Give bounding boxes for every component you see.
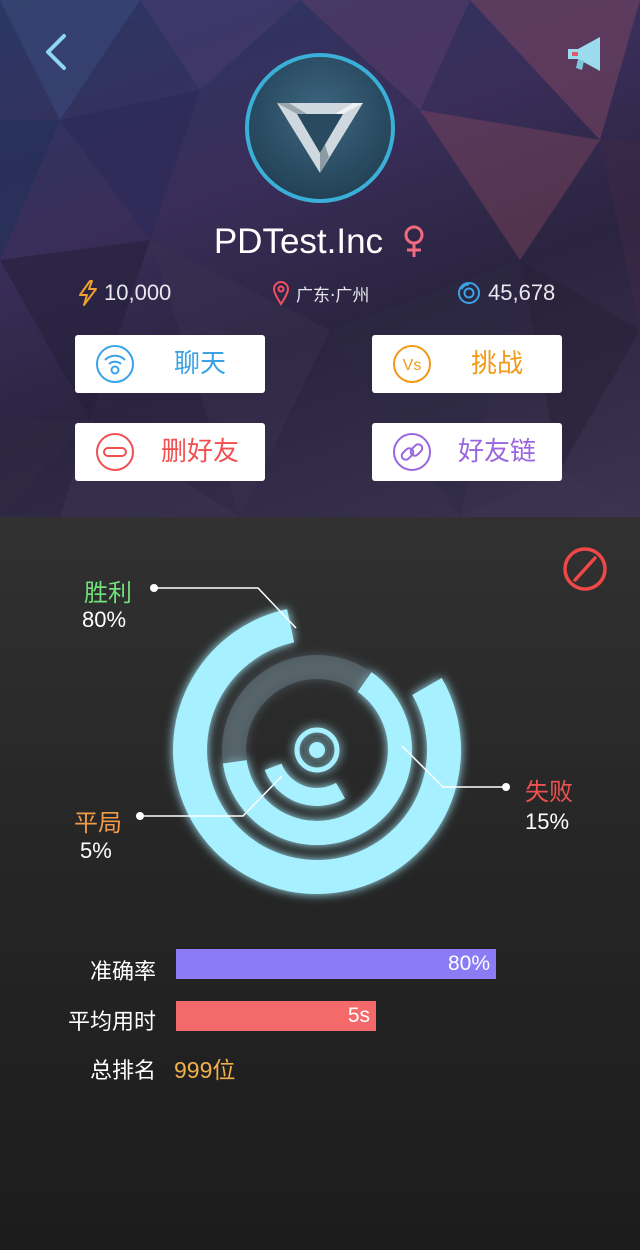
profile-page: PDTest.Inc 10,000 广东·广州 45,678 聊天 Vs 挑战 …: [0, 0, 640, 1250]
loss-leader-line: [401, 745, 506, 788]
penrose-triangle-logo: [277, 103, 363, 173]
avatar[interactable]: [245, 53, 395, 203]
location-stat: 广东·广州: [272, 276, 369, 310]
challenge-button[interactable]: Vs 挑战: [372, 335, 562, 393]
draw-percent: 5%: [80, 838, 112, 863]
back-button[interactable]: [38, 32, 78, 72]
svg-text:Vs: Vs: [403, 357, 422, 374]
link-icon: [393, 433, 431, 471]
friend-link-button[interactable]: 好友链: [372, 423, 562, 481]
wifi-chat-icon: [96, 345, 134, 383]
friend-link-button-label: 好友链: [457, 437, 536, 467]
coins-stat: 45,678: [456, 276, 555, 310]
profile-header: PDTest.Inc 10,000 广东·广州 45,678 聊天 Vs 挑战 …: [0, 0, 640, 517]
win-label: 胜利: [84, 579, 132, 607]
profile-stats: 10,000 广东·广州 45,678: [0, 276, 640, 310]
loss-label: 失败: [525, 778, 573, 806]
minus-circle-icon: [96, 433, 134, 471]
megaphone-icon: [568, 37, 600, 71]
broadcast-button[interactable]: [564, 34, 608, 74]
energy-value: 10,000: [104, 280, 172, 305]
delete-friend-button-label: 删好友: [160, 437, 239, 467]
chat-button-label: 聊天: [173, 349, 226, 379]
delete-friend-button[interactable]: 删好友: [75, 423, 265, 481]
accuracy-value: 80%: [447, 952, 490, 975]
location-pin-icon: [272, 281, 290, 306]
accuracy-bar: 80%: [176, 949, 496, 979]
challenge-button-label: 挑战: [470, 349, 523, 379]
coin-icon: [458, 282, 480, 304]
location-value: 广东·广州: [296, 285, 370, 306]
loss-percent: 15%: [525, 809, 570, 834]
rank-value: 999位: [174, 1057, 236, 1083]
avg-time-bar: 5s: [176, 1001, 376, 1031]
draw-leader-line: [140, 775, 283, 817]
coins-value: 45,678: [488, 280, 556, 305]
avg-time-value: 5s: [347, 1004, 370, 1027]
rank-label: 总排名: [89, 1059, 156, 1084]
lightning-icon: [79, 280, 97, 306]
energy-stat: 10,000: [78, 276, 171, 310]
avg-time-label: 平均用时: [67, 1010, 156, 1035]
username: PDTest.Inc: [213, 222, 384, 261]
draw-label: 平局: [74, 809, 122, 837]
versus-icon: Vs: [393, 345, 431, 383]
win-leader-line: [154, 587, 297, 629]
username-row: PDTest.Inc: [0, 222, 640, 270]
accuracy-label: 准确率: [89, 960, 156, 985]
chevron-left-icon: [46, 34, 66, 70]
female-gender-icon: [404, 225, 424, 257]
win-percent: 80%: [82, 607, 127, 632]
chat-button[interactable]: 聊天: [75, 335, 265, 393]
